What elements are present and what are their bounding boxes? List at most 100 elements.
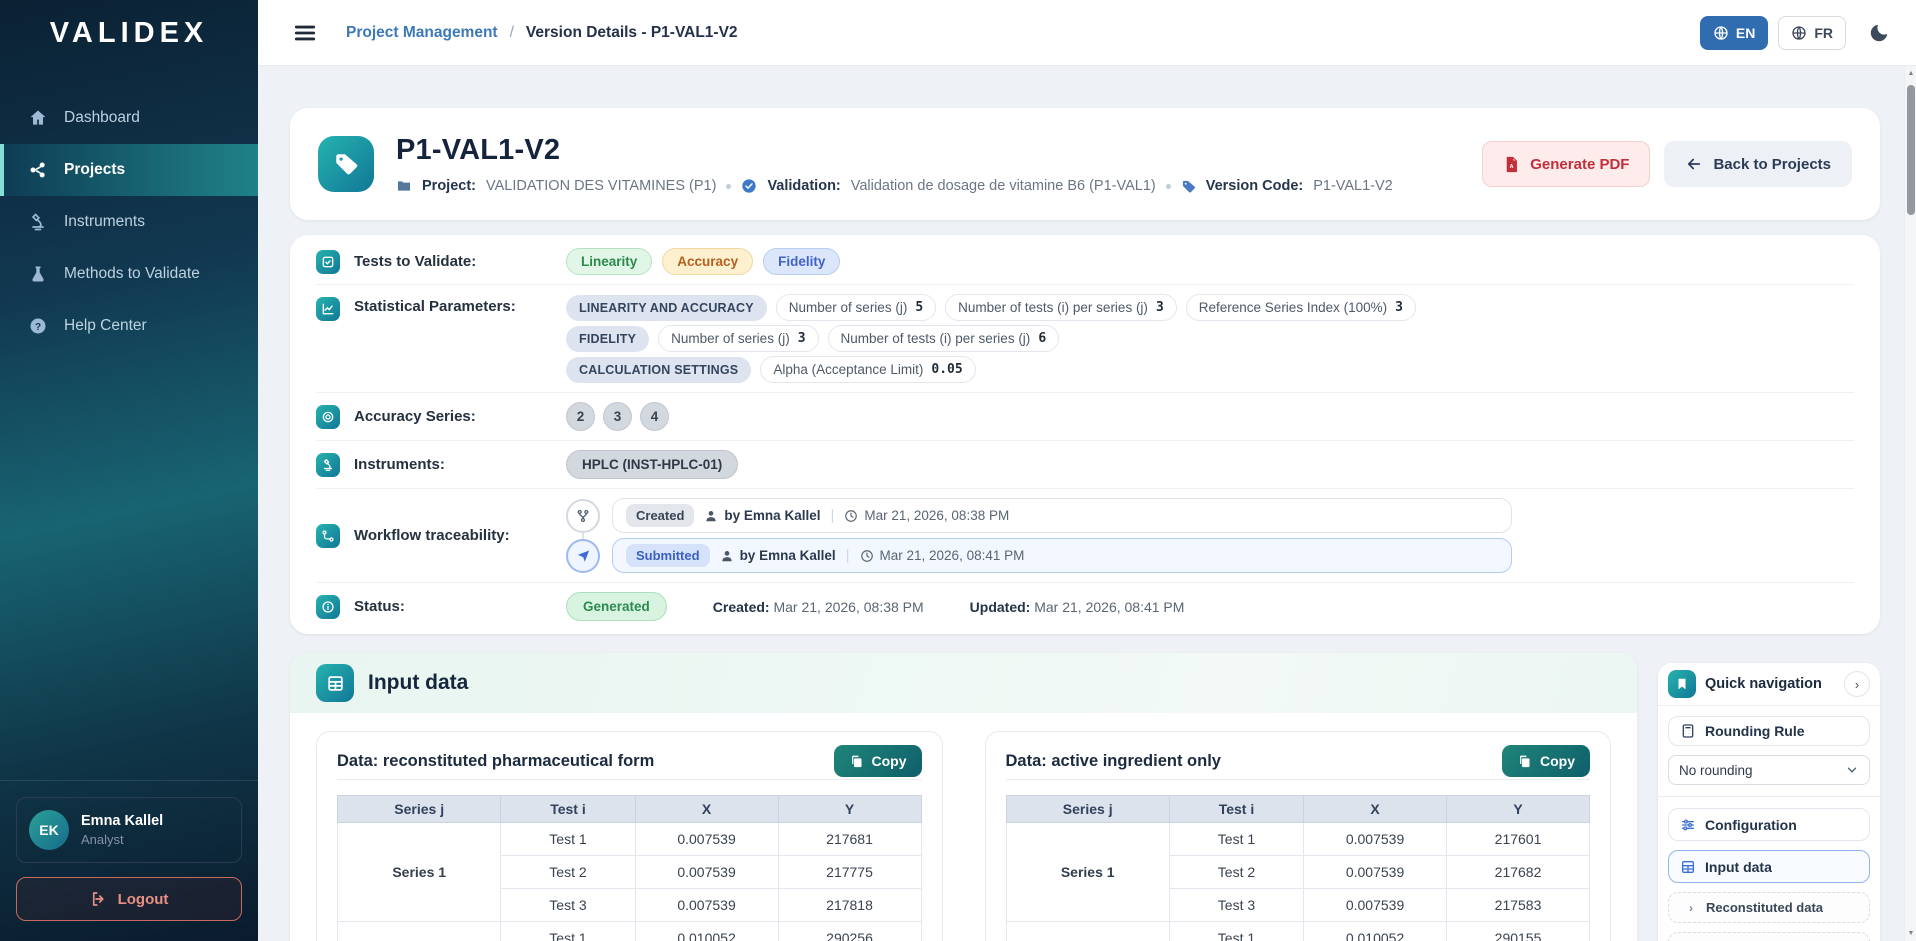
nav-item-configuration[interactable]: Configuration [1668,808,1870,841]
table-cell: 0.010052 [635,922,778,941]
moon-icon[interactable] [1868,22,1890,44]
column-header: Y [778,796,921,823]
window-scrollbar[interactable]: ▲ ▼ [1904,66,1916,941]
info-icon [316,595,340,619]
accuracy-series-value: 4 [640,402,669,431]
test-badge-accuracy: Accuracy [662,248,753,275]
table-cell: 0.007539 [635,856,778,889]
user-role: Analyst [81,832,163,847]
sidebar: VALIDEX Dashboard Projects Instruments M… [0,0,258,941]
series-cell: Series 2 [1006,922,1169,941]
scroll-up-arrow[interactable]: ▲ [1905,70,1916,77]
bookmark-icon [1668,670,1696,698]
status-row: Status: Generated Created: Mar 21, 2026,… [316,583,1854,630]
chevron-down-icon [1845,763,1859,777]
rounding-rule-card: Rounding Rule [1668,716,1870,746]
stat-group-tag: FIDELITY [566,326,649,352]
test-badge-linearity: Linearity [566,248,652,275]
user-icon [704,509,718,523]
table-cell: Test 1 [1169,823,1303,856]
scroll-down-arrow[interactable]: ▼ [1905,930,1916,937]
clock-icon [860,549,874,563]
workflow-icon [316,524,340,548]
stat-param: Number of series (j)3 [658,325,818,352]
lang-fr-button[interactable]: FR [1778,16,1846,50]
column-header: Y [1447,796,1590,823]
nav-subitem-control-data[interactable]: › Control data [1668,932,1870,941]
workflow-by: by Emna Kallel [724,508,820,523]
folder-icon [396,178,412,194]
column-header: Test i [501,796,635,823]
globe-icon [1713,25,1729,41]
series-cell: Series 1 [338,823,501,922]
chevron-right-icon: › [1689,901,1693,915]
created-value: Mar 21, 2026, 08:38 PM [773,599,923,615]
lang-en-button[interactable]: EN [1700,16,1768,50]
stat-params-label: Statistical Parameters: [354,294,552,315]
project-value: VALIDATION DES VITAMINES (P1) [486,178,716,194]
column-header: Series j [338,796,501,823]
svg-text:A: A [1510,164,1514,170]
logout-button[interactable]: Logout [16,877,242,921]
lang-fr-label: FR [1814,25,1833,41]
avatar: EK [29,810,69,850]
section-title: Input data [368,671,468,695]
topbar: Project Management / Version Details - P… [258,0,1916,66]
sidebar-item-label: Instruments [64,213,145,231]
series-cell: Series 2 [338,922,501,941]
workflow-label: Workflow traceability: [354,527,552,544]
table-cell: Test 3 [1169,889,1303,922]
copy-icon [1517,754,1532,769]
generate-pdf-button[interactable]: A Generate PDF [1482,141,1650,187]
sliders-icon [1680,817,1696,833]
nav-item-input-data[interactable]: Input data [1668,850,1870,883]
table-header-row: Series jTest iXY [1006,796,1590,823]
table-cell: 290256 [778,922,921,941]
scrollbar-thumb[interactable] [1907,85,1915,215]
nav-item-label: Configuration [1705,817,1797,833]
app-logo: VALIDEX [0,0,258,66]
user-card: EK Emna Kallel Analyst [16,797,242,863]
branch-icon [566,499,600,533]
sidebar-item-methods[interactable]: Methods to Validate [0,248,258,300]
breadcrumb: Project Management / Version Details - P… [346,24,738,42]
workflow-event-submitted: Submitted by Emna Kallel | Mar 21, 2026,… [566,538,1854,573]
validation-label: Validation: [767,178,840,194]
test-badge-fidelity: Fidelity [763,248,840,275]
data-table: Series jTest iXY Series 1Test 10.0075392… [337,795,922,941]
grid-icon [316,664,354,702]
table-row: Series 1Test 10.007539217681 [338,823,922,856]
home-icon [28,108,48,128]
copy-label: Copy [872,753,907,769]
copy-button[interactable]: Copy [1502,745,1590,777]
validation-value: Validation de dosage de vitamine B6 (P1-… [851,178,1156,194]
projects-icon [28,160,48,180]
version-header-card: P1-VAL1-V2 Project: VALIDATION DES VITAM… [290,108,1880,220]
column-header: X [1304,796,1447,823]
stat-param: Number of tests (i) per series (j)6 [828,325,1060,352]
panel-title: Data: reconstituted pharmaceutical form [337,752,654,771]
sidebar-item-dashboard[interactable]: Dashboard [0,92,258,144]
column-header: Series j [1006,796,1169,823]
rounding-rule-select[interactable]: No rounding [1668,755,1870,785]
accuracy-series-value: 2 [566,402,595,431]
table-cell: 217681 [778,823,921,856]
column-header: X [635,796,778,823]
input-data-header: Input data [290,653,1637,713]
breadcrumb-parent[interactable]: Project Management [346,24,498,42]
collapse-panel-button[interactable]: › [1844,671,1870,697]
table-row: Series 2Test 10.010052290256 [338,922,922,941]
copy-icon [849,754,864,769]
accuracy-series-value: 3 [603,402,632,431]
nav-subitem-reconstituted-data[interactable]: › Reconstituted data [1668,892,1870,923]
sidebar-item-label: Dashboard [64,109,140,127]
microscope-icon [28,212,48,232]
sidebar-item-instruments[interactable]: Instruments [0,196,258,248]
sidebar-item-projects[interactable]: Projects [0,144,258,196]
menu-icon[interactable] [292,20,318,46]
nav-item-label: Input data [1705,859,1772,875]
sidebar-item-help[interactable]: ? Help Center [0,300,258,352]
copy-button[interactable]: Copy [834,745,922,777]
logout-icon [90,890,108,908]
back-to-projects-button[interactable]: Back to Projects [1664,141,1852,187]
